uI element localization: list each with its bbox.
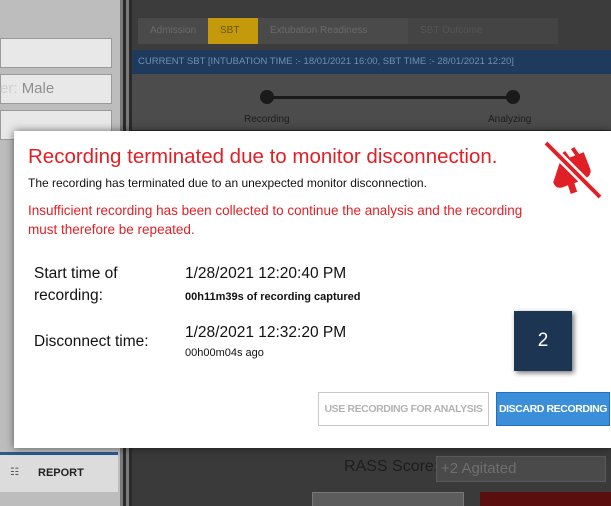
progress-label-analyzing: Analyzing xyxy=(488,114,532,125)
report-label: REPORT xyxy=(38,467,84,479)
step-admission[interactable]: Admission xyxy=(138,18,208,44)
dialog-title: Recording terminated due to monitor disc… xyxy=(28,145,498,168)
recording-progress: Recording Analyzing xyxy=(132,74,611,130)
start-time-label: Start time of recording: xyxy=(34,265,118,304)
disconnect-elapsed: 00h00m04s ago xyxy=(185,347,264,359)
report-icon: ☷ xyxy=(10,467,19,478)
disconnect-time-value: 1/28/2021 12:32:20 PM xyxy=(185,324,347,341)
progress-line xyxy=(268,96,514,99)
secondary-button[interactable] xyxy=(312,492,464,506)
progress-label-recording: Recording xyxy=(244,114,290,125)
progress-dot-recording xyxy=(260,90,274,104)
discard-recording-button[interactable]: DISCARD RECORDING xyxy=(496,392,610,426)
gender-value: Male xyxy=(21,80,55,97)
rass-score-label: RASS Score: xyxy=(344,458,439,475)
disconnect-time-label: Disconnect time: xyxy=(34,333,149,350)
start-time-value: 1/28/2021 12:20:40 PM xyxy=(185,265,347,282)
dialog-warning-text: Insufficient recording has been collecte… xyxy=(28,203,523,237)
monitor-disconnected-plug-icon xyxy=(542,139,604,201)
progress-dot-analyzing xyxy=(506,90,520,104)
disconnection-dialog: Recording terminated due to monitor disc… xyxy=(14,131,611,448)
use-recording-button[interactable]: USE RECORDING FOR ANALYSIS xyxy=(318,392,489,426)
patient-field xyxy=(0,38,112,68)
stop-button[interactable] xyxy=(480,492,611,506)
gender-label: er: Male xyxy=(0,80,55,97)
rass-score-field[interactable]: +2 Agitated xyxy=(436,456,606,482)
step-sbt-outcome[interactable]: SBT Outcome xyxy=(408,18,558,44)
step-sbt[interactable]: SBT xyxy=(208,18,258,44)
step-extubation-readiness[interactable]: Extubation Readiness xyxy=(258,18,408,44)
current-sbt-header: CURRENT SBT [INTUBATION TIME :- 18/01/20… xyxy=(132,50,611,74)
report-button[interactable]: ☷ REPORT xyxy=(0,452,118,492)
dialog-subtitle: The recording has terminated due to an u… xyxy=(28,176,427,190)
recording-captured-duration: 00h11m39s of recording captured xyxy=(185,291,361,303)
workflow-steps: Admission SBT Extubation Readiness SBT O… xyxy=(138,18,558,44)
assessment-area: RASS Score: +2 Agitated xyxy=(132,448,611,506)
step-number-badge: 2 xyxy=(514,311,572,371)
